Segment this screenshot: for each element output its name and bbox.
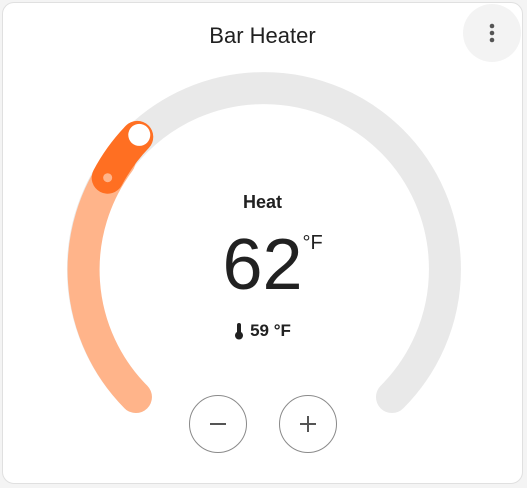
thermostat-card: Bar Heater Heat 62 °F 59 °F bbox=[2, 2, 523, 484]
current-temp-marker bbox=[103, 173, 113, 183]
target-temperature: 62 °F bbox=[3, 225, 522, 305]
target-temp-value: 62 °F bbox=[222, 225, 322, 305]
plus-icon bbox=[300, 416, 316, 432]
current-temperature: 59 °F bbox=[3, 321, 522, 341]
decrease-temp-button[interactable] bbox=[189, 395, 247, 453]
current-temp-value: 59 °F bbox=[250, 321, 291, 340]
minus-icon bbox=[210, 423, 226, 425]
thermometer-icon bbox=[235, 323, 244, 340]
target-temp-unit: °F bbox=[302, 232, 323, 254]
target-temp-number: 62 bbox=[222, 225, 303, 305]
hvac-mode-label: Heat bbox=[242, 192, 282, 212]
increase-temp-button[interactable] bbox=[279, 395, 337, 453]
target-temp-handle[interactable] bbox=[128, 123, 151, 146]
